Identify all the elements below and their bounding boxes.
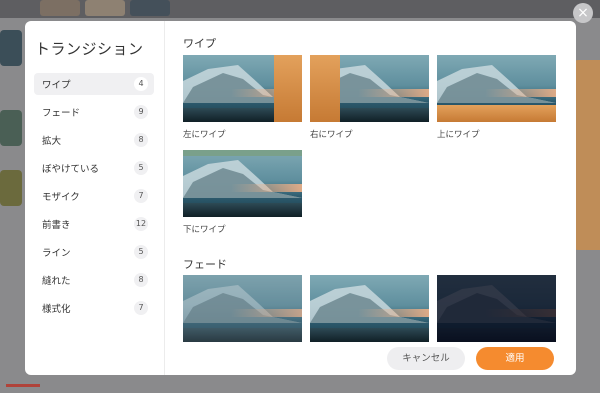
- transition-thumbnail: [183, 150, 302, 217]
- background-card: [0, 170, 22, 206]
- background-thumbnail: [85, 0, 125, 16]
- category-label: ワイプ: [42, 80, 71, 91]
- transition-tile-fade-1[interactable]: [183, 275, 302, 342]
- background-thumbnail: [40, 0, 80, 16]
- category-line[interactable]: ライン 5: [34, 241, 154, 263]
- background-card: [0, 30, 22, 66]
- category-count-badge: 12: [134, 217, 148, 231]
- dialog-title: トランジション: [35, 40, 144, 58]
- transition-tile-fade-2[interactable]: [310, 275, 429, 342]
- category-label: 縫れた: [42, 276, 71, 287]
- transition-tile-wipe-right[interactable]: 右にワイプ: [310, 55, 429, 140]
- category-wipe[interactable]: ワイプ 4: [34, 73, 154, 95]
- close-button[interactable]: ×: [573, 3, 593, 23]
- close-icon: ×: [577, 5, 589, 21]
- transition-tile-wipe-left[interactable]: 左にワイプ: [183, 55, 302, 140]
- cancel-button[interactable]: キャンセル: [387, 347, 465, 370]
- transition-label: 下にワイプ: [183, 225, 226, 235]
- transition-tile-wipe-down[interactable]: 下にワイプ: [183, 150, 302, 235]
- category-zoom[interactable]: 拡大 8: [34, 129, 154, 151]
- transition-label: 右にワイプ: [310, 130, 353, 140]
- category-count-badge: 5: [134, 161, 148, 175]
- category-count-badge: 4: [134, 77, 148, 91]
- category-count-badge: 7: [134, 301, 148, 315]
- category-stylized[interactable]: 様式化 7: [34, 297, 154, 319]
- category-label: 前書き: [42, 220, 71, 231]
- section-title-fade: フェード: [183, 258, 227, 271]
- background-thumbnail: [130, 0, 170, 16]
- category-label: 様式化: [42, 304, 71, 315]
- category-count-badge: 8: [134, 133, 148, 147]
- background-card: [0, 110, 22, 146]
- section-title-wipe: ワイプ: [183, 37, 216, 50]
- transition-tile-fade-3[interactable]: [437, 275, 556, 342]
- category-twisted[interactable]: 縫れた 8: [34, 269, 154, 291]
- apply-button[interactable]: 適用: [476, 347, 554, 370]
- category-sidebar: トランジション ワイプ 4 フェード 9 拡大 8 ぼやけている 5 モザイク …: [25, 21, 165, 375]
- transition-thumbnail: [310, 275, 429, 342]
- transition-gallery: ワイプ 左にワイプ 右にワイプ 上にワイプ 下にワイプ フェード キャンセル 適…: [165, 21, 576, 375]
- transition-thumbnail: [183, 275, 302, 342]
- category-count-badge: 9: [134, 105, 148, 119]
- category-count-badge: 8: [134, 273, 148, 287]
- category-fade[interactable]: フェード 9: [34, 101, 154, 123]
- transition-thumbnail: [183, 55, 302, 122]
- category-label: 拡大: [42, 136, 62, 147]
- category-label: ぼやけている: [42, 164, 100, 175]
- category-label: ライン: [42, 248, 71, 259]
- transition-thumbnail: [310, 55, 429, 122]
- category-label: フェード: [42, 108, 81, 119]
- transition-tile-wipe-up[interactable]: 上にワイプ: [437, 55, 556, 140]
- category-count-badge: 5: [134, 245, 148, 259]
- transition-label: 上にワイプ: [437, 130, 480, 140]
- transition-thumbnail: [437, 55, 556, 122]
- transition-thumbnail: [437, 275, 556, 342]
- transition-label: 左にワイプ: [183, 130, 226, 140]
- transition-dialog: トランジション ワイプ 4 フェード 9 拡大 8 ぼやけている 5 モザイク …: [25, 21, 576, 375]
- background-illustration: [574, 60, 600, 250]
- category-count-badge: 7: [134, 189, 148, 203]
- category-label: モザイク: [42, 192, 80, 203]
- category-preface[interactable]: 前書き 12: [34, 213, 154, 235]
- background-accent-line: [6, 384, 40, 387]
- category-mosaic[interactable]: モザイク 7: [34, 185, 154, 207]
- category-blur[interactable]: ぼやけている 5: [34, 157, 154, 179]
